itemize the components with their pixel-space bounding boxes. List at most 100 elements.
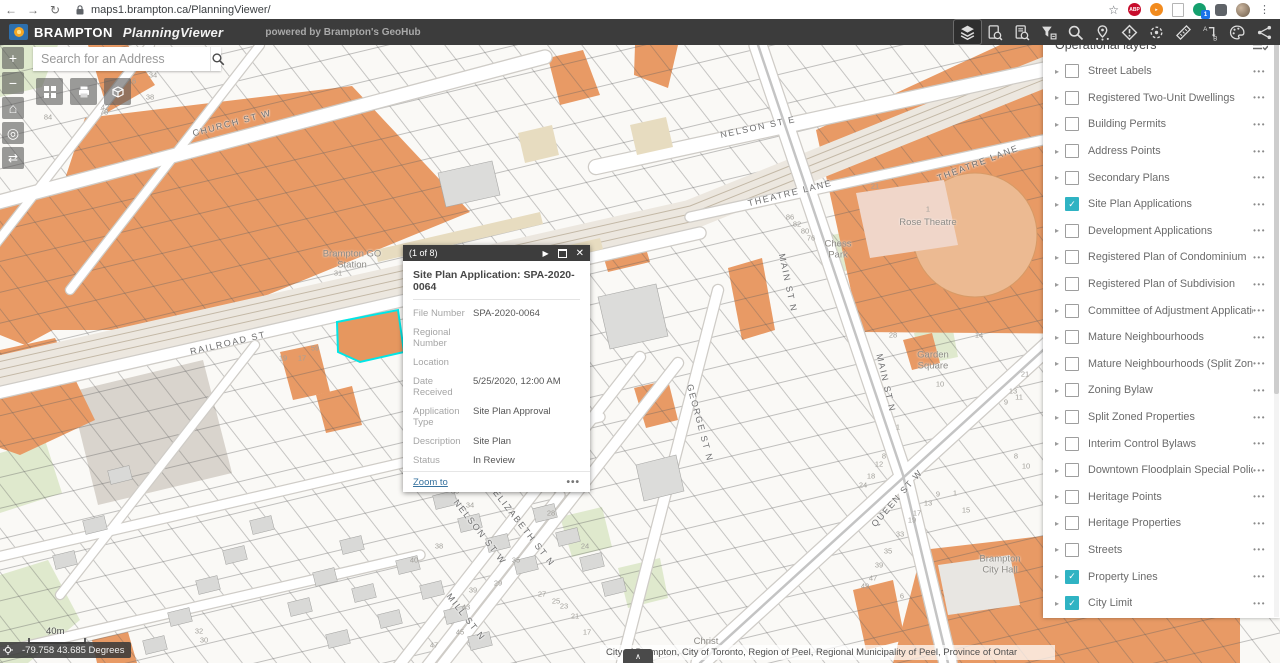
layer-options-button[interactable]: ••• — [1253, 519, 1266, 528]
locate-tool-button[interactable] — [1143, 20, 1170, 44]
layer-expander-icon[interactable]: ▸ — [1055, 519, 1059, 528]
attribution-expander[interactable]: ∧ — [623, 649, 653, 663]
zoom-in-button[interactable]: + — [2, 47, 24, 69]
orange-extension-icon[interactable]: ▸ — [1150, 3, 1163, 16]
layer-checkbox[interactable] — [1065, 250, 1079, 264]
zoom-to-link[interactable]: Zoom to — [413, 477, 448, 488]
layer-expander-icon[interactable]: ▸ — [1055, 173, 1059, 182]
zoom-out-button[interactable]: − — [2, 72, 24, 94]
layer-expander-icon[interactable]: ▸ — [1055, 253, 1059, 262]
layer-checkbox[interactable] — [1065, 117, 1079, 131]
measurement-tool-button[interactable] — [1170, 20, 1197, 44]
layer-checkbox[interactable] — [1065, 64, 1079, 78]
layer-expander-icon[interactable]: ▸ — [1055, 226, 1059, 235]
layer-expander-icon[interactable]: ▸ — [1055, 306, 1059, 315]
popup-next-icon[interactable]: ▶ — [542, 249, 548, 258]
layer-checkbox[interactable] — [1065, 91, 1079, 105]
layer-options-button[interactable]: ••• — [1253, 333, 1266, 342]
adblock-extension-icon[interactable]: ABP — [1128, 3, 1141, 16]
share-tool-button[interactable] — [1251, 20, 1278, 44]
home-extent-button[interactable]: ⌂ — [2, 97, 24, 119]
layer-expander-icon[interactable]: ▸ — [1055, 466, 1059, 475]
layer-options-button[interactable]: ••• — [1253, 386, 1266, 395]
layer-expander-icon[interactable]: ▸ — [1055, 545, 1059, 554]
popup-maximize-icon[interactable] — [558, 249, 567, 258]
browser-back-icon[interactable]: ← — [0, 3, 22, 17]
print-button[interactable] — [70, 78, 97, 105]
green-extension-icon[interactable]: 1 — [1193, 3, 1206, 16]
layer-expander-icon[interactable]: ▸ — [1055, 200, 1059, 209]
layer-checkbox[interactable] — [1065, 410, 1079, 424]
layer-expander-icon[interactable]: ▸ — [1055, 413, 1059, 422]
parcel-search-tool-button[interactable] — [981, 20, 1008, 44]
layers-tool-button[interactable] — [954, 20, 981, 44]
layer-options-button[interactable]: ••• — [1253, 120, 1266, 129]
basemap-gallery-button[interactable] — [36, 78, 63, 105]
layer-checkbox[interactable] — [1065, 437, 1079, 451]
layer-expander-icon[interactable]: ▸ — [1055, 386, 1059, 395]
browser-forward-icon[interactable]: → — [22, 3, 44, 17]
page-extension-icon[interactable] — [1172, 3, 1184, 17]
layer-options-button[interactable]: ••• — [1253, 93, 1266, 102]
layer-checkbox[interactable]: ✓ — [1065, 570, 1079, 584]
layer-checkbox[interactable]: ✓ — [1065, 197, 1079, 211]
layer-checkbox[interactable] — [1065, 277, 1079, 291]
layer-options-button[interactable]: ••• — [1253, 253, 1266, 262]
layer-checkbox[interactable]: ✓ — [1065, 596, 1079, 610]
profile-avatar[interactable] — [1236, 3, 1250, 17]
search-button[interactable] — [210, 47, 225, 71]
layer-expander-icon[interactable]: ▸ — [1055, 147, 1059, 156]
layer-checkbox[interactable] — [1065, 357, 1079, 371]
layer-options-button[interactable]: ••• — [1253, 306, 1266, 315]
extensions-puzzle-icon[interactable] — [1215, 4, 1227, 16]
my-location-button[interactable]: ◎ — [2, 122, 24, 144]
layer-checkbox[interactable] — [1065, 543, 1079, 557]
layer-options-button[interactable]: ••• — [1253, 147, 1266, 156]
bookmark-star-icon[interactable]: ☆ — [1108, 3, 1119, 17]
layer-options-button[interactable]: ••• — [1253, 359, 1266, 368]
layer-options-button[interactable]: ••• — [1253, 599, 1266, 608]
layer-expander-icon[interactable]: ▸ — [1055, 93, 1059, 102]
layer-checkbox[interactable] — [1065, 463, 1079, 477]
layer-options-button[interactable]: ••• — [1253, 545, 1266, 554]
layer-options-button[interactable]: ••• — [1253, 466, 1266, 475]
layer-options-button[interactable]: ••• — [1253, 572, 1266, 581]
layer-checkbox[interactable] — [1065, 330, 1079, 344]
layer-checkbox[interactable] — [1065, 171, 1079, 185]
popup-close-icon[interactable]: ✕ — [576, 248, 584, 259]
popup-more-icon[interactable]: ••• — [566, 477, 580, 488]
export-map-button[interactable] — [104, 78, 131, 105]
query-tool-button[interactable] — [1062, 20, 1089, 44]
popup-header[interactable]: (1 of 8) ▶ ✕ — [403, 245, 590, 261]
layer-expander-icon[interactable]: ▸ — [1055, 359, 1059, 368]
extent-navigate-button[interactable]: ⇄ — [2, 147, 24, 169]
layer-options-button[interactable]: ••• — [1253, 173, 1266, 182]
layer-expander-icon[interactable]: ▸ — [1055, 280, 1059, 289]
layer-expander-icon[interactable]: ▸ — [1055, 599, 1059, 608]
layer-expander-icon[interactable]: ▸ — [1055, 572, 1059, 581]
browser-menu-icon[interactable]: ⋮ — [1259, 3, 1270, 16]
url-text[interactable]: maps1.brampton.ca/PlanningViewer/ — [91, 4, 271, 16]
report-issue-tool-button[interactable] — [1116, 20, 1143, 44]
legend-scrollbar[interactable] — [1274, 29, 1279, 617]
layer-expander-icon[interactable]: ▸ — [1055, 120, 1059, 129]
layer-checkbox[interactable] — [1065, 490, 1079, 504]
property-report-tool-button[interactable] — [1008, 20, 1035, 44]
layer-checkbox[interactable] — [1065, 304, 1079, 318]
layer-expander-icon[interactable]: ▸ — [1055, 67, 1059, 76]
layer-options-button[interactable]: ••• — [1253, 280, 1266, 289]
layer-options-button[interactable]: ••• — [1253, 200, 1266, 209]
filter-tool-button[interactable] — [1035, 20, 1062, 44]
directions-tool-button[interactable]: AB — [1197, 20, 1224, 44]
layer-checkbox[interactable] — [1065, 224, 1079, 238]
layer-checkbox[interactable] — [1065, 383, 1079, 397]
layer-options-button[interactable]: ••• — [1253, 492, 1266, 501]
layer-options-button[interactable]: ••• — [1253, 67, 1266, 76]
select-by-location-tool-button[interactable] — [1089, 20, 1116, 44]
layer-options-button[interactable]: ••• — [1253, 439, 1266, 448]
draw-tool-button[interactable] — [1224, 20, 1251, 44]
layer-checkbox[interactable] — [1065, 144, 1079, 158]
layer-expander-icon[interactable]: ▸ — [1055, 492, 1059, 501]
search-input[interactable] — [33, 47, 210, 71]
layer-expander-icon[interactable]: ▸ — [1055, 333, 1059, 342]
